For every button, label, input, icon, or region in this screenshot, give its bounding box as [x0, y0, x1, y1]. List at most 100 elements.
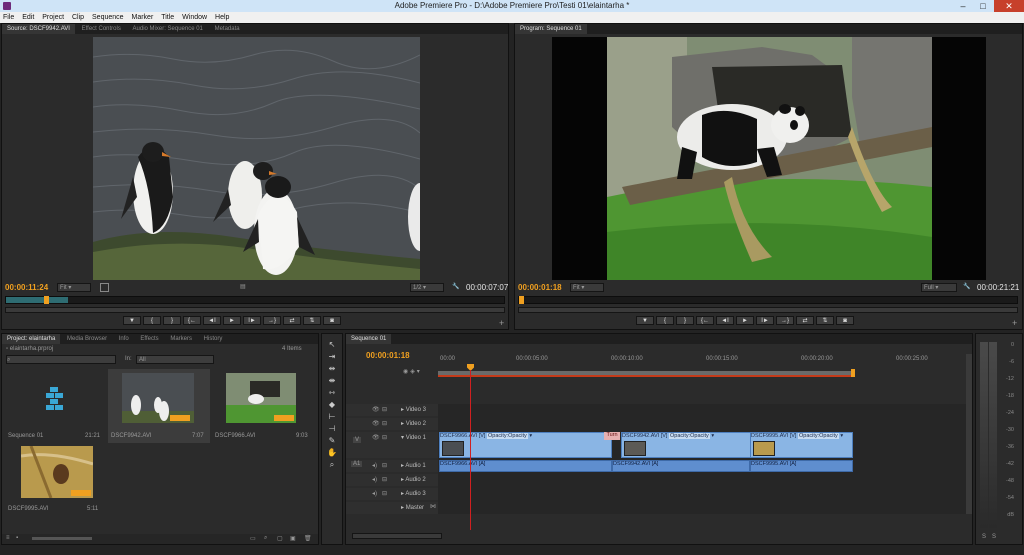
tab-effect-controls[interactable]: Effect Controls	[77, 24, 126, 34]
selection-tool-icon[interactable]: ↖	[326, 340, 338, 350]
audio-clip[interactable]: DSCF9995.AVI [A]	[750, 460, 853, 472]
add-marker-button[interactable]: ▼	[123, 316, 141, 325]
tab-sequence-01[interactable]: Sequence 01	[346, 334, 392, 344]
tab-project[interactable]: Project: elaintarha	[2, 334, 61, 344]
overwrite-button[interactable]: ⇅	[303, 316, 321, 325]
track-area[interactable]	[438, 404, 966, 514]
menu-sequence[interactable]: Sequence	[89, 12, 127, 23]
project-item-dscf9966[interactable]: DSCF9966.AVI 9:03	[212, 369, 314, 443]
speaker-icon[interactable]: ◂)	[372, 490, 377, 497]
menu-marker[interactable]: Marker	[129, 12, 157, 23]
source-fit-select[interactable]: Fit ▾	[57, 283, 91, 292]
lock-icon[interactable]: ⊟	[382, 462, 387, 469]
icon-view-icon[interactable]: ▪	[16, 535, 18, 541]
tab-history[interactable]: History	[199, 334, 228, 344]
new-bin-icon[interactable]: ▢	[277, 535, 283, 542]
timeline-vertical-scrollbar[interactable]	[966, 354, 972, 514]
speaker-icon[interactable]: ◂)	[372, 476, 377, 483]
source-film-icon[interactable]: ▤	[240, 283, 246, 290]
lock-icon[interactable]: ⊟	[382, 434, 387, 441]
tab-source[interactable]: Source: DSCF9942.AVI	[2, 24, 75, 34]
snap-icon[interactable]: ◉	[403, 369, 408, 375]
program-playhead[interactable]	[519, 296, 524, 304]
slip-tool-icon[interactable]: ⊢	[326, 412, 338, 422]
solo-left-button[interactable]: S	[982, 534, 986, 540]
razor-tool-icon[interactable]: ◆	[326, 400, 338, 410]
video-clip[interactable]: DSCF9942.AVI [V] Opacity:Opacity ▾	[621, 432, 751, 458]
menu-window[interactable]: Window	[179, 12, 210, 23]
lock-icon[interactable]: ⊟	[382, 420, 387, 427]
mark-out-button[interactable]: }	[676, 316, 694, 325]
export-frame-button[interactable]: ◙	[323, 316, 341, 325]
menu-title[interactable]: Title	[158, 12, 177, 23]
step-forward-button[interactable]: I►	[756, 316, 774, 325]
project-search-input[interactable]: ⌕	[6, 355, 116, 364]
a-target-toggle[interactable]: A1	[351, 461, 363, 467]
track-header-audio-3[interactable]: ◂) ⊟ ▸ Audio 3	[346, 488, 438, 500]
rolling-edit-tool-icon[interactable]: ⇼	[326, 376, 338, 386]
new-item-icon[interactable]: ▣	[290, 535, 296, 542]
trash-icon[interactable]: 🗑	[304, 535, 312, 542]
close-button[interactable]: ✕	[994, 0, 1024, 12]
maximize-button[interactable]: □	[972, 0, 994, 12]
solo-right-button[interactable]: S	[992, 534, 996, 540]
source-settings-icon[interactable]	[100, 283, 109, 292]
go-to-in-button[interactable]: {←	[183, 316, 201, 325]
go-to-out-button[interactable]: →}	[263, 316, 281, 325]
source-zoom-bar[interactable]	[5, 307, 505, 313]
lock-icon[interactable]: ⊟	[382, 406, 387, 413]
track-header-audio-1[interactable]: A1 ◂) ⊟ ▸ Audio 1	[346, 460, 438, 472]
ripple-edit-tool-icon[interactable]: ⇹	[326, 364, 338, 374]
menu-help[interactable]: Help	[212, 12, 232, 23]
audio-clip[interactable]: DSCF9942.AVI [A]	[612, 460, 750, 472]
go-to-in-button[interactable]: {←	[696, 316, 714, 325]
go-to-out-button[interactable]: →}	[776, 316, 794, 325]
project-item-sequence[interactable]: Sequence 01 21:21	[5, 369, 105, 443]
menu-file[interactable]: File	[0, 12, 17, 23]
v-target-toggle[interactable]: V	[353, 437, 362, 443]
step-forward-button[interactable]: I►	[243, 316, 261, 325]
marker-icon[interactable]: ◈	[410, 369, 415, 375]
lock-icon[interactable]: ⊟	[382, 490, 387, 497]
minimize-button[interactable]: –	[952, 0, 974, 12]
extract-button[interactable]: ⇅	[816, 316, 834, 325]
track-select-tool-icon[interactable]: ⇥	[326, 352, 338, 362]
source-add-button[interactable]: +	[499, 318, 504, 328]
project-item-dscf9995[interactable]: DSCF9995.AVI 5:11	[5, 444, 105, 518]
audio-clip[interactable]: DSCF9966.AVI [A]	[439, 460, 612, 472]
lock-icon[interactable]: ⊟	[382, 476, 387, 483]
menu-edit[interactable]: Edit	[19, 12, 37, 23]
program-timecode-in[interactable]: 00:00:01:18	[518, 283, 562, 292]
tab-markers[interactable]: Markers	[165, 334, 197, 344]
play-button[interactable]: ►	[736, 316, 754, 325]
video-clip[interactable]: DSCF9995.AVI [V] Opacity:Opacity ▾	[750, 432, 853, 458]
tab-info[interactable]: Info	[114, 334, 134, 344]
track-header-video-2[interactable]: 👁 ⊟ ▸ Video 2	[346, 418, 438, 430]
program-mini-timeline[interactable]	[518, 296, 1018, 304]
tab-metadata[interactable]: Metadata	[210, 24, 245, 34]
time-ruler[interactable]: 00:00 00:00:05:00 00:00:10:00 00:00:15:0…	[438, 354, 968, 370]
in-filter-select[interactable]: All	[136, 355, 214, 364]
track-header-audio-2[interactable]: ◂) ⊟ ▸ Audio 2	[346, 474, 438, 486]
track-header-master[interactable]: ▸ Master ⋈	[346, 502, 438, 514]
list-view-icon[interactable]: ≡	[6, 535, 10, 541]
step-back-button[interactable]: ◄I	[716, 316, 734, 325]
eye-icon[interactable]: 👁	[372, 406, 380, 413]
mark-in-button[interactable]: {	[143, 316, 161, 325]
mark-out-button[interactable]: }	[163, 316, 181, 325]
menu-project[interactable]: Project	[39, 12, 67, 23]
mark-in-button[interactable]: {	[656, 316, 674, 325]
work-area-bar[interactable]	[438, 371, 854, 377]
master-toggle-icon[interactable]: ⋈	[430, 503, 436, 510]
tab-audio-mixer[interactable]: Audio Mixer: Sequence 01	[128, 24, 208, 34]
hand-tool-icon[interactable]: ✋	[326, 448, 338, 458]
speaker-icon[interactable]: ◂)	[372, 462, 377, 469]
tab-media-browser[interactable]: Media Browser	[62, 334, 112, 344]
tab-effects[interactable]: Effects	[135, 334, 163, 344]
program-fit-select[interactable]: Fit ▾	[570, 283, 604, 292]
export-frame-button[interactable]: ◙	[836, 316, 854, 325]
source-wrench-icon[interactable]: 🔧	[452, 283, 459, 290]
zoom-slider[interactable]	[32, 537, 92, 540]
source-mini-timeline[interactable]	[5, 296, 505, 304]
source-resolution-select[interactable]: 1/2 ▾	[410, 283, 444, 292]
